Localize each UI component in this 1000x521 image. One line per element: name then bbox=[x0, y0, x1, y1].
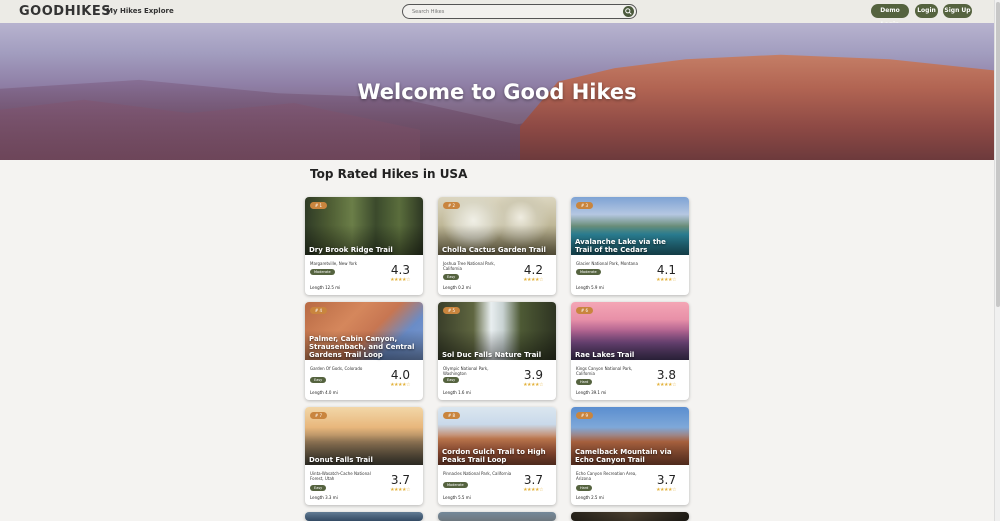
hike-length: Length 4.0 mi bbox=[310, 390, 338, 395]
hike-card[interactable]: # 4 Palmer, Cabin Canyon, Strausenbach, … bbox=[305, 302, 423, 400]
star-rating-icon: ★★★★☆ bbox=[656, 382, 676, 388]
rank-badge: # 8 bbox=[443, 412, 460, 419]
top-nav-bar: GOODHIKES My Hikes Explore Demo Login Lo… bbox=[0, 0, 994, 28]
rank-badge: # 9 bbox=[576, 412, 593, 419]
search-icon bbox=[625, 8, 632, 15]
hike-rating: 4.2 bbox=[523, 263, 543, 277]
hike-card-partial[interactable] bbox=[305, 512, 423, 521]
hike-rating: 4.0 bbox=[390, 368, 410, 382]
difficulty-badge: Hard bbox=[576, 379, 593, 385]
hike-length: Length 5.9 mi bbox=[576, 285, 604, 290]
hike-location: Pinnacles National Park, California bbox=[443, 471, 512, 476]
hike-name: Camelback Mountain via Echo Canyon Trail bbox=[575, 448, 672, 464]
nav-explore[interactable]: Explore bbox=[144, 7, 174, 15]
difficulty-badge: Hard bbox=[576, 485, 593, 491]
hike-name: Palmer, Cabin Canyon, Strausenbach, and … bbox=[309, 335, 415, 359]
hike-photo bbox=[571, 512, 689, 521]
rank-badge: # 6 bbox=[576, 307, 593, 314]
hike-location: Joshua Tree National Park, California bbox=[443, 261, 495, 271]
hike-length: Length 12.5 mi bbox=[310, 285, 341, 290]
hike-name: Cholla Cactus Garden Trail bbox=[442, 246, 546, 254]
rank-badge: # 7 bbox=[310, 412, 327, 419]
rank-badge: # 1 bbox=[310, 202, 327, 209]
hike-location: Kings Canyon National Park, California bbox=[576, 366, 633, 376]
hike-card[interactable]: # 2 Cholla Cactus Garden Trail Joshua Tr… bbox=[438, 197, 556, 295]
hike-rating: 3.7 bbox=[390, 473, 410, 487]
hike-rating: 3.8 bbox=[656, 368, 676, 382]
sign-up-button[interactable]: Sign Up bbox=[943, 4, 972, 18]
star-rating-icon: ★★★★☆ bbox=[523, 487, 543, 493]
hike-length: Length 5.5 mi bbox=[443, 495, 471, 500]
demo-login-button[interactable]: Demo Login bbox=[871, 4, 909, 28]
hike-length: Length 1.6 mi bbox=[443, 390, 471, 395]
difficulty-badge: Easy bbox=[443, 274, 460, 280]
difficulty-badge: Easy bbox=[443, 377, 460, 383]
hike-name: Donut Falls Trail bbox=[309, 456, 373, 464]
hike-rating: 3.7 bbox=[656, 473, 676, 487]
hike-location: Echo Canyon Recreation Area, Arizona bbox=[576, 471, 637, 481]
star-rating-icon: ★★★★☆ bbox=[656, 487, 676, 493]
hike-card-partial[interactable] bbox=[571, 512, 689, 521]
hike-name: Sol Duc Falls Nature Trail bbox=[442, 351, 542, 359]
hike-location: Margaretville, New York bbox=[310, 261, 358, 266]
hike-card[interactable]: # 9 Camelback Mountain via Echo Canyon T… bbox=[571, 407, 689, 505]
hike-card[interactable]: # 3 Avalanche Lake via the Trail of the … bbox=[571, 197, 689, 295]
hike-location: Olympic National Park, Washington bbox=[443, 366, 489, 376]
hike-photo bbox=[438, 512, 556, 521]
rank-badge: # 2 bbox=[443, 202, 460, 209]
difficulty-badge: Easy bbox=[310, 485, 327, 491]
hike-card[interactable]: # 8 Cordon Gulch Trail to High Peaks Tra… bbox=[438, 407, 556, 505]
hike-card[interactable]: # 1 Dry Brook Ridge Trail Margaretville,… bbox=[305, 197, 423, 295]
rank-badge: # 5 bbox=[443, 307, 460, 314]
page-scrollbar[interactable] bbox=[994, 0, 1000, 521]
hike-location: Uinta-Wasatch-Cache National Forest, Uta… bbox=[310, 471, 371, 481]
rank-badge: # 3 bbox=[576, 202, 593, 209]
difficulty-badge: Moderate bbox=[576, 269, 601, 275]
star-rating-icon: ★★★★☆ bbox=[390, 382, 410, 388]
difficulty-badge: Easy bbox=[310, 377, 327, 383]
hike-name: Avalanche Lake via the Trail of the Ceda… bbox=[575, 238, 666, 254]
rank-badge: # 4 bbox=[310, 307, 327, 314]
hike-name: Dry Brook Ridge Trail bbox=[309, 246, 393, 254]
hike-rating: 4.3 bbox=[390, 263, 410, 277]
hike-location: Glacier National Park, Montana bbox=[576, 261, 638, 266]
goodhikes-logo[interactable]: GOODHIKES bbox=[19, 4, 111, 19]
hero-banner: Welcome to Good Hikes bbox=[0, 23, 994, 160]
hike-photo bbox=[305, 512, 423, 521]
login-button[interactable]: Login bbox=[915, 4, 938, 18]
hike-length: Length 39.1 mi bbox=[576, 390, 607, 395]
hero-title: Welcome to Good Hikes bbox=[357, 80, 637, 104]
hike-length: Length 2.5 mi bbox=[576, 495, 604, 500]
section-title: Top Rated Hikes in USA bbox=[310, 167, 468, 181]
hike-rating: 4.1 bbox=[656, 263, 676, 277]
difficulty-badge: Moderate bbox=[310, 269, 335, 275]
hike-card[interactable]: # 5 Sol Duc Falls Nature Trail Olympic N… bbox=[438, 302, 556, 400]
star-rating-icon: ★★★★☆ bbox=[390, 487, 410, 493]
hike-card[interactable]: # 6 Rae Lakes Trail Kings Canyon Nationa… bbox=[571, 302, 689, 400]
star-rating-icon: ★★★★☆ bbox=[390, 277, 410, 283]
star-rating-icon: ★★★★☆ bbox=[523, 277, 543, 283]
search-input[interactable] bbox=[412, 8, 612, 16]
search-bar bbox=[402, 4, 637, 19]
hike-card[interactable]: # 7 Donut Falls Trail Uinta-Wasatch-Cach… bbox=[305, 407, 423, 505]
hike-location: Garden Of Gods, Colorado bbox=[310, 366, 363, 371]
difficulty-badge: Moderate bbox=[443, 482, 468, 488]
star-rating-icon: ★★★★☆ bbox=[523, 382, 543, 388]
hike-length: Length 0.2 mi bbox=[443, 285, 471, 290]
hike-rating: 3.7 bbox=[523, 473, 543, 487]
hike-name: Cordon Gulch Trail to High Peaks Trail L… bbox=[442, 448, 546, 464]
search-button[interactable] bbox=[623, 6, 634, 17]
hike-length: Length 3.3 mi bbox=[310, 495, 338, 500]
hike-name: Rae Lakes Trail bbox=[575, 351, 635, 359]
hike-card-partial[interactable] bbox=[438, 512, 556, 521]
hike-rating: 3.9 bbox=[523, 368, 543, 382]
scrollbar-thumb[interactable] bbox=[996, 2, 1000, 307]
hero-background-canyon bbox=[520, 54, 994, 160]
star-rating-icon: ★★★★☆ bbox=[656, 277, 676, 283]
nav-my-hikes[interactable]: My Hikes bbox=[106, 7, 142, 15]
